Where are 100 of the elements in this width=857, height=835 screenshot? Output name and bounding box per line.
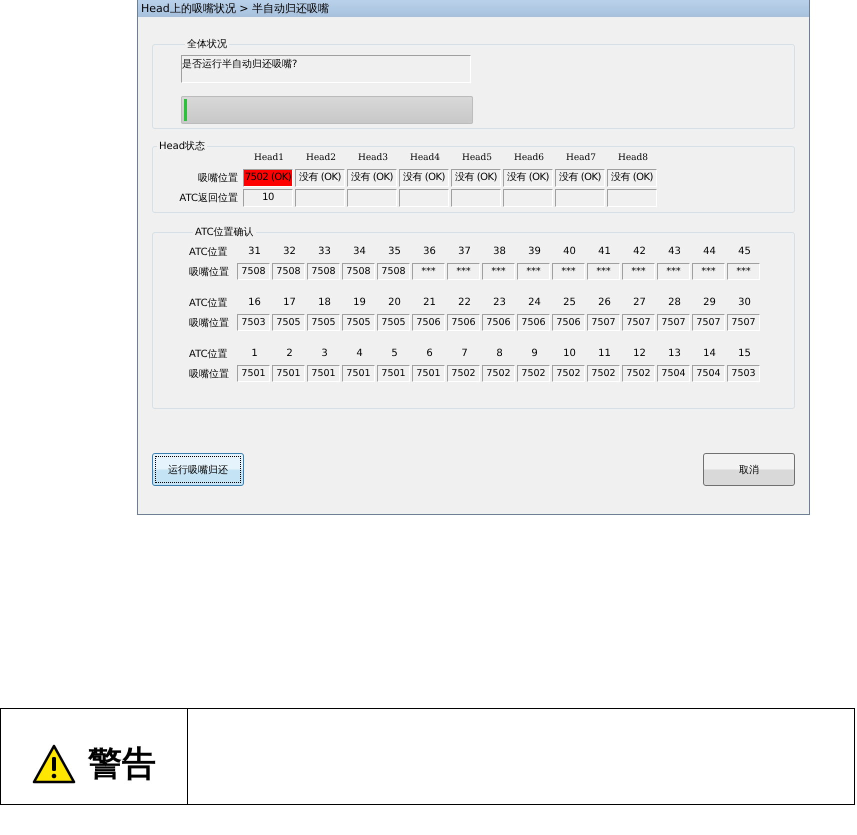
nozzle-field: 7502 [622,365,655,382]
return-field [607,189,657,207]
nozzle-field: 7507 [622,314,655,331]
return-field: 10 [243,189,293,207]
nozzle-field: 7506 [517,314,550,331]
return-field [451,189,501,207]
atc-number: 22 [457,296,472,310]
nozzle-field: 7508 [237,263,270,280]
atc-number: 24 [527,296,542,310]
atc-number: 28 [667,296,682,310]
atc-number: 35 [387,245,402,259]
nozzle-field: 没有 (OK) [451,169,501,187]
atc-number: 42 [632,245,647,259]
warning-label: 警告 [88,742,156,786]
atc-number: 9 [530,347,539,361]
nozzle-field: 7503 [237,314,270,331]
atc-number: 34 [352,245,367,259]
nozzle-field: 7505 [307,314,340,331]
nozzle-field: 7501 [307,365,340,382]
nozzle-field: 7501 [412,365,445,382]
atc-number: 20 [387,296,402,310]
atc-number: 4 [355,347,364,361]
cancel-button[interactable]: 取消 [703,453,795,486]
atc-number: 10 [562,347,577,361]
nozzle-field: 7502 [482,365,515,382]
atc-number: 12 [632,347,647,361]
window-title: Head上的吸嘴状况 > 半自动归还吸嘴 [138,0,809,17]
atc-number: 40 [562,245,577,259]
nozzle-field: *** [657,263,690,280]
nozzle-field: 7504 [657,365,690,382]
nozzle-field: *** [482,263,515,280]
nozzle-field: 7508 [272,263,305,280]
nozzle-field: 7505 [377,314,410,331]
nozzle-field: 7501 [237,365,270,382]
nozzle-field: *** [412,263,445,280]
atc-number: 14 [702,347,717,361]
head-label: Head7 [564,153,598,165]
head-label: Head1 [252,153,286,165]
atc-number: 17 [282,296,297,310]
head-label: Head6 [512,153,546,165]
nozzle-field: *** [692,263,725,280]
nozzle-field: 没有 (OK) [555,169,605,187]
nozzle-field: 没有 (OK) [399,169,449,187]
atc-number: 43 [667,245,682,259]
row-label: ATC位置 [189,246,229,259]
nozzle-field: *** [727,263,760,280]
nozzle-field: 7507 [657,314,690,331]
atc-number: 37 [457,245,472,259]
nozzle-field: 7503 [727,365,760,382]
nozzle-field: 7506 [482,314,515,331]
nozzle-field: *** [587,263,620,280]
atc-number: 23 [492,296,507,310]
head-label: Head5 [460,153,494,165]
atc-number: 21 [422,296,437,310]
message-field: 是否运行半自动归还吸嘴? [181,55,471,83]
nozzle-field: *** [622,263,655,280]
nozzle-field: 7507 [692,314,725,331]
row-label: 吸嘴位置 [197,172,239,185]
nozzle-field: 7508 [342,263,375,280]
return-field [347,189,397,207]
atc-number: 36 [422,245,437,259]
nozzle-field: 7501 [377,365,410,382]
nozzle-field: 7504 [692,365,725,382]
nozzle-field: 7501 [272,365,305,382]
nozzle-field: 没有 (OK) [503,169,553,187]
nozzle-field: *** [552,263,585,280]
group-title: Head状态 [158,140,206,153]
nozzle-field: 7506 [447,314,480,331]
atc-number: 15 [737,347,752,361]
nozzle-field: 7502 [587,365,620,382]
nozzle-field: 7508 [307,263,340,280]
nozzle-field: 没有 (OK) [347,169,397,187]
atc-number: 39 [527,245,542,259]
atc-number: 1 [250,347,259,361]
head-label: Head4 [408,153,442,165]
atc-number: 31 [247,245,262,259]
nozzle-field: 7507 [727,314,760,331]
atc-number: 2 [285,347,294,361]
nozzle-field: 7505 [342,314,375,331]
nozzle-field: 7502 [552,365,585,382]
return-field [399,189,449,207]
run-button[interactable]: 运行吸嘴归还 [152,453,244,486]
return-field [503,189,553,207]
atc-number: 27 [632,296,647,310]
atc-number: 19 [352,296,367,310]
atc-number: 32 [282,245,297,259]
atc-number: 8 [495,347,504,361]
nozzle-field: 7505 [272,314,305,331]
atc-number: 7 [460,347,469,361]
nozzle-field: 7508 [377,263,410,280]
head-label: Head2 [304,153,338,165]
atc-number: 16 [247,296,262,310]
nozzle-field: 7502 (OK) [243,169,293,187]
nozzle-field: 没有 (OK) [607,169,657,187]
nozzle-field: *** [517,263,550,280]
warning-icon [32,744,76,784]
atc-number: 30 [737,296,752,310]
atc-number: 45 [737,245,752,259]
row-label: 吸嘴位置 [189,368,230,380]
atc-number: 3 [320,347,329,361]
